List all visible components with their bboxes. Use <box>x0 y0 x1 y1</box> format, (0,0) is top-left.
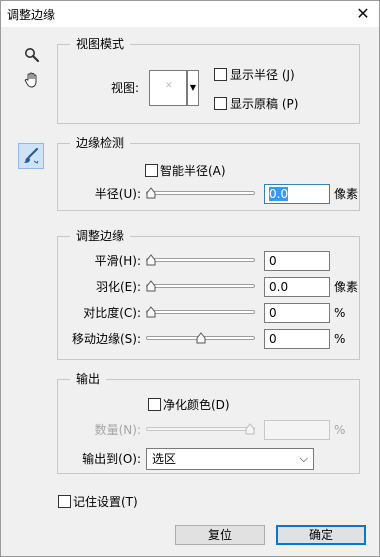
preview-placeholder-icon: ✕ <box>165 81 173 91</box>
smooth-input[interactable]: 0 <box>264 251 330 271</box>
reset-button[interactable]: 复位 <box>175 525 265 545</box>
show-original-label: 显示原稿 (P) <box>230 97 299 111</box>
radius-slider[interactable] <box>146 186 255 200</box>
amount-slider[interactable] <box>146 422 255 436</box>
smooth-slider[interactable] <box>146 253 255 267</box>
radius-unit: 像素 <box>334 187 359 201</box>
shift-edge-label: 移动边缘(S): <box>71 332 141 346</box>
magnifier-icon <box>25 48 40 63</box>
output-to-label: 输出到(O): <box>82 452 141 466</box>
view-mode-group: 视图模式 <box>57 37 360 124</box>
contrast-input[interactable]: 0 <box>264 303 330 323</box>
remember-settings-checkbox[interactable] <box>58 495 71 508</box>
radius-input-value: 0.0 <box>269 187 289 201</box>
smooth-input-value: 0 <box>269 254 277 268</box>
smooth-label: 平滑(H): <box>94 254 141 268</box>
radius-input[interactable]: 0.0 <box>264 184 330 204</box>
feather-slider[interactable] <box>146 279 255 293</box>
view-label: 视图: <box>111 81 140 95</box>
view-dropdown-arrow-icon[interactable]: ▼ <box>187 70 199 106</box>
adjust-edge-legend: 调整边缘 <box>70 229 131 243</box>
feather-unit: 像素 <box>334 280 359 294</box>
zoom-tool-button[interactable] <box>21 44 43 66</box>
feather-input-value: 0.0 <box>269 280 289 294</box>
output-to-value: 选区 <box>152 452 177 466</box>
shift-edge-slider[interactable] <box>146 331 255 345</box>
amount-unit: % <box>334 423 346 437</box>
decontaminate-checkbox[interactable] <box>148 398 161 411</box>
amount-slider-thumb[interactable] <box>245 423 255 435</box>
close-icon[interactable]: ✕ <box>351 3 375 25</box>
refine-radius-tool-button[interactable] <box>18 143 44 169</box>
hand-tool-button[interactable] <box>21 69 43 91</box>
feather-label: 羽化(E): <box>96 280 141 294</box>
show-radius-label: 显示半径 (J) <box>230 68 295 82</box>
dialog-title: 调整边缘 <box>7 8 56 22</box>
output-to-select[interactable]: 选区 ⌵ <box>146 448 314 470</box>
title-bar: 调整边缘 ✕ <box>1 1 379 27</box>
remember-settings-label: 记住设置(T) <box>73 495 138 509</box>
feather-input[interactable]: 0.0 <box>264 277 330 297</box>
radius-label: 半径(U): <box>94 187 141 201</box>
smart-radius-checkbox[interactable] <box>145 164 158 177</box>
chevron-down-icon: ⌵ <box>299 452 308 465</box>
contrast-slider[interactable] <box>146 305 255 319</box>
radius-slider-thumb[interactable] <box>146 187 156 199</box>
shift-edge-slider-thumb[interactable] <box>196 332 206 344</box>
shift-edge-input[interactable]: 0 <box>264 329 330 349</box>
smart-radius-label: 智能半径(A) <box>160 164 226 178</box>
contrast-input-value: 0 <box>269 306 277 320</box>
shift-edge-unit: % <box>334 332 346 346</box>
smooth-slider-thumb[interactable] <box>146 254 156 266</box>
edge-detection-legend: 边缘检测 <box>70 136 131 150</box>
show-radius-checkbox[interactable] <box>214 68 227 81</box>
amount-label: 数量(N): <box>94 423 141 437</box>
ok-button[interactable]: 确定 <box>276 525 366 545</box>
shift-edge-input-value: 0 <box>269 332 277 346</box>
show-original-checkbox[interactable] <box>214 97 227 110</box>
feather-slider-thumb[interactable] <box>146 280 156 292</box>
amount-input[interactable] <box>264 420 330 440</box>
decontaminate-label: 净化颜色(D) <box>163 398 230 412</box>
contrast-label: 对比度(C): <box>83 306 141 320</box>
brush-icon <box>23 147 39 164</box>
contrast-slider-thumb[interactable] <box>146 306 156 318</box>
output-legend: 输出 <box>70 372 107 386</box>
hand-icon <box>24 72 37 88</box>
view-mode-legend: 视图模式 <box>70 37 131 51</box>
contrast-unit: % <box>334 306 346 320</box>
refine-edge-dialog: 调整边缘 ✕ 视图模式 视图: ✕ ▼ 显示半径 (J) 显示原稿 (P) 边缘… <box>0 0 380 557</box>
view-preview-swatch[interactable]: ✕ <box>149 70 187 106</box>
